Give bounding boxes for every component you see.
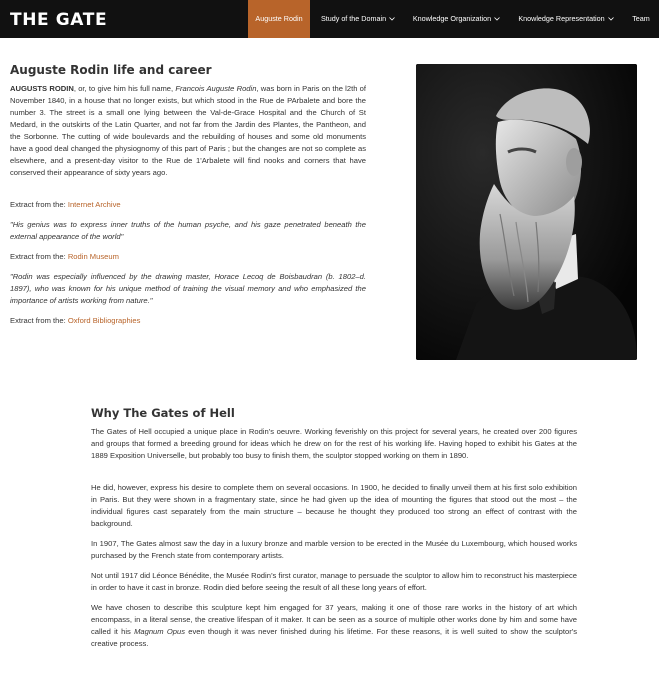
source-link-oxford-bibliographies[interactable]: Oxford Bibliographies xyxy=(68,316,141,325)
extract-prefix: Extract from the: xyxy=(10,316,68,325)
chevron-down-icon xyxy=(389,0,395,38)
nav-item-label: Study of the Domain xyxy=(320,14,387,23)
extract-line-2: Extract from the: Rodin Museum xyxy=(10,251,366,263)
chevron-down-icon xyxy=(607,0,614,38)
quote-2: "Rodin was especially influenced by the … xyxy=(10,272,366,305)
quote-1: "His genius was to express inner truths … xyxy=(10,220,366,241)
site-brand[interactable]: THE GATE xyxy=(10,10,107,30)
nav-item-label: Team xyxy=(632,14,650,23)
nav-item-study-of-the-domain[interactable]: Study of the Domain xyxy=(314,0,402,38)
gates-paragraph-5: We have chosen to describe this sculptur… xyxy=(91,602,577,650)
gates-paragraph-3: In 1907, The Gates almost saw the day in… xyxy=(91,539,577,560)
intro-title: Auguste Rodin life and career xyxy=(10,63,212,77)
nav-item-knowledge-organization[interactable]: Knowledge Organization xyxy=(407,0,506,38)
intro-text-a: , or, to give him his full name, xyxy=(73,84,176,93)
top-navbar: THE GATE Auguste Rodin Study of the Doma… xyxy=(0,0,659,38)
extract-line-3: Extract from the: Oxford Bibliographies xyxy=(10,315,366,327)
rodin-portrait-photo xyxy=(416,64,637,360)
nav-item-label: Auguste Rodin xyxy=(255,14,303,23)
gates-paragraph-2: He did, however, express his desire to c… xyxy=(91,483,577,528)
extract-line-1: Extract from the: Internet Archive xyxy=(10,199,366,211)
nav-item-team[interactable]: Team xyxy=(626,0,656,38)
intro-paragraph: AUGUSTS RODIN, or, to give him his full … xyxy=(10,83,366,179)
chevron-down-icon xyxy=(494,0,500,38)
extract-prefix: Extract from the: xyxy=(10,200,68,209)
extract-prefix: Extract from the: xyxy=(10,252,68,261)
nav-item-label: Knowledge Representation xyxy=(518,14,605,23)
intro-name-bold: AUGUSTS RODIN xyxy=(10,84,74,93)
intro-full-name: Francois Auguste Rodin xyxy=(175,84,257,93)
nav-item-knowledge-representation[interactable]: Knowledge Representation xyxy=(512,0,620,38)
source-link-rodin-museum[interactable]: Rodin Museum xyxy=(68,252,119,261)
nav-item-label: Knowledge Organization xyxy=(412,14,492,23)
source-link-internet-archive[interactable]: Internet Archive xyxy=(68,200,121,209)
nav-item-auguste-rodin[interactable]: Auguste Rodin xyxy=(248,0,310,38)
magnum-opus-italic: Magnum Opus xyxy=(134,627,185,636)
gates-section-title: Why The Gates of Hell xyxy=(91,406,235,420)
gates-paragraph-1: The Gates of Hell occupied a unique plac… xyxy=(91,427,577,460)
gates-paragraph-4: Not until 1917 did Léonce Bénédite, the … xyxy=(91,571,577,592)
intro-text-b: , was born in Paris on the l2th of Novem… xyxy=(10,84,367,177)
